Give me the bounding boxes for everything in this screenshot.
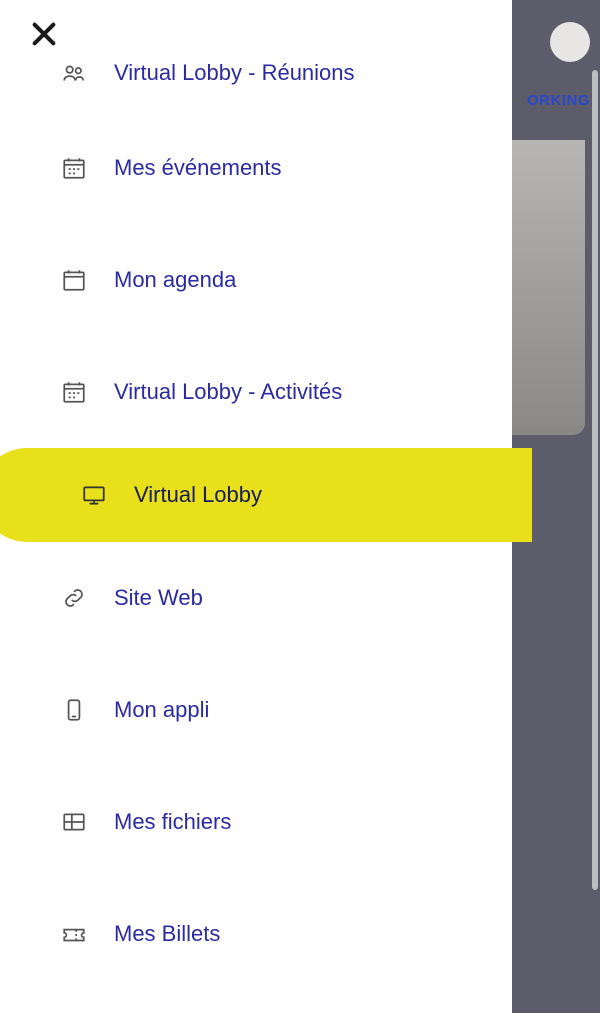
menu-item-mes-billets[interactable]: Mes Billets — [0, 878, 512, 990]
scrollbar[interactable] — [592, 70, 598, 890]
menu-item-label: Mes fichiers — [114, 809, 231, 835]
drawer-header — [0, 0, 512, 50]
avatar — [550, 22, 590, 62]
monitor-icon — [80, 481, 108, 509]
menu-item-label: Site Web — [114, 585, 203, 611]
menu-item-mes-fichiers[interactable]: Mes fichiers — [0, 766, 512, 878]
menu-item-site-web[interactable]: Site Web — [0, 542, 512, 654]
menu-item-mon-agenda[interactable]: Mon agenda — [0, 224, 512, 336]
phone-icon — [60, 696, 88, 724]
ticket-icon — [60, 920, 88, 948]
navigation-drawer: Virtual Lobby - Réunions Mes événements — [0, 0, 512, 1013]
close-icon[interactable] — [28, 18, 60, 50]
calendar-grid-icon — [60, 154, 88, 182]
menu-item-label: Mes événements — [114, 155, 282, 181]
people-icon — [60, 60, 88, 88]
menu-item-virtual-lobby[interactable]: Virtual Lobby — [20, 448, 532, 542]
menu-item-virtual-lobby-reunions[interactable]: Virtual Lobby - Réunions — [0, 52, 512, 112]
menu-item-mon-appli[interactable]: Mon appli — [0, 654, 512, 766]
menu-item-label: Mes Billets — [114, 921, 220, 947]
link-icon — [60, 584, 88, 612]
menu-item-virtual-lobby-activites[interactable]: Virtual Lobby - Activités — [0, 336, 512, 448]
calendar-icon — [60, 266, 88, 294]
menu-item-label: Virtual Lobby - Activités — [114, 379, 342, 405]
menu-item-label: Mon appli — [114, 697, 209, 723]
menu-item-label: Mon agenda — [114, 267, 236, 293]
background-tab-fragment: ORKING — [527, 92, 590, 109]
menu-item-mes-evenements[interactable]: Mes événements — [0, 112, 512, 224]
calendar-grid-icon — [60, 378, 88, 406]
menu-item-label: Virtual Lobby — [134, 482, 262, 508]
menu-item-label: Virtual Lobby - Réunions — [114, 60, 355, 86]
menu-list: Virtual Lobby - Réunions Mes événements — [0, 50, 512, 1013]
table-icon — [60, 808, 88, 836]
